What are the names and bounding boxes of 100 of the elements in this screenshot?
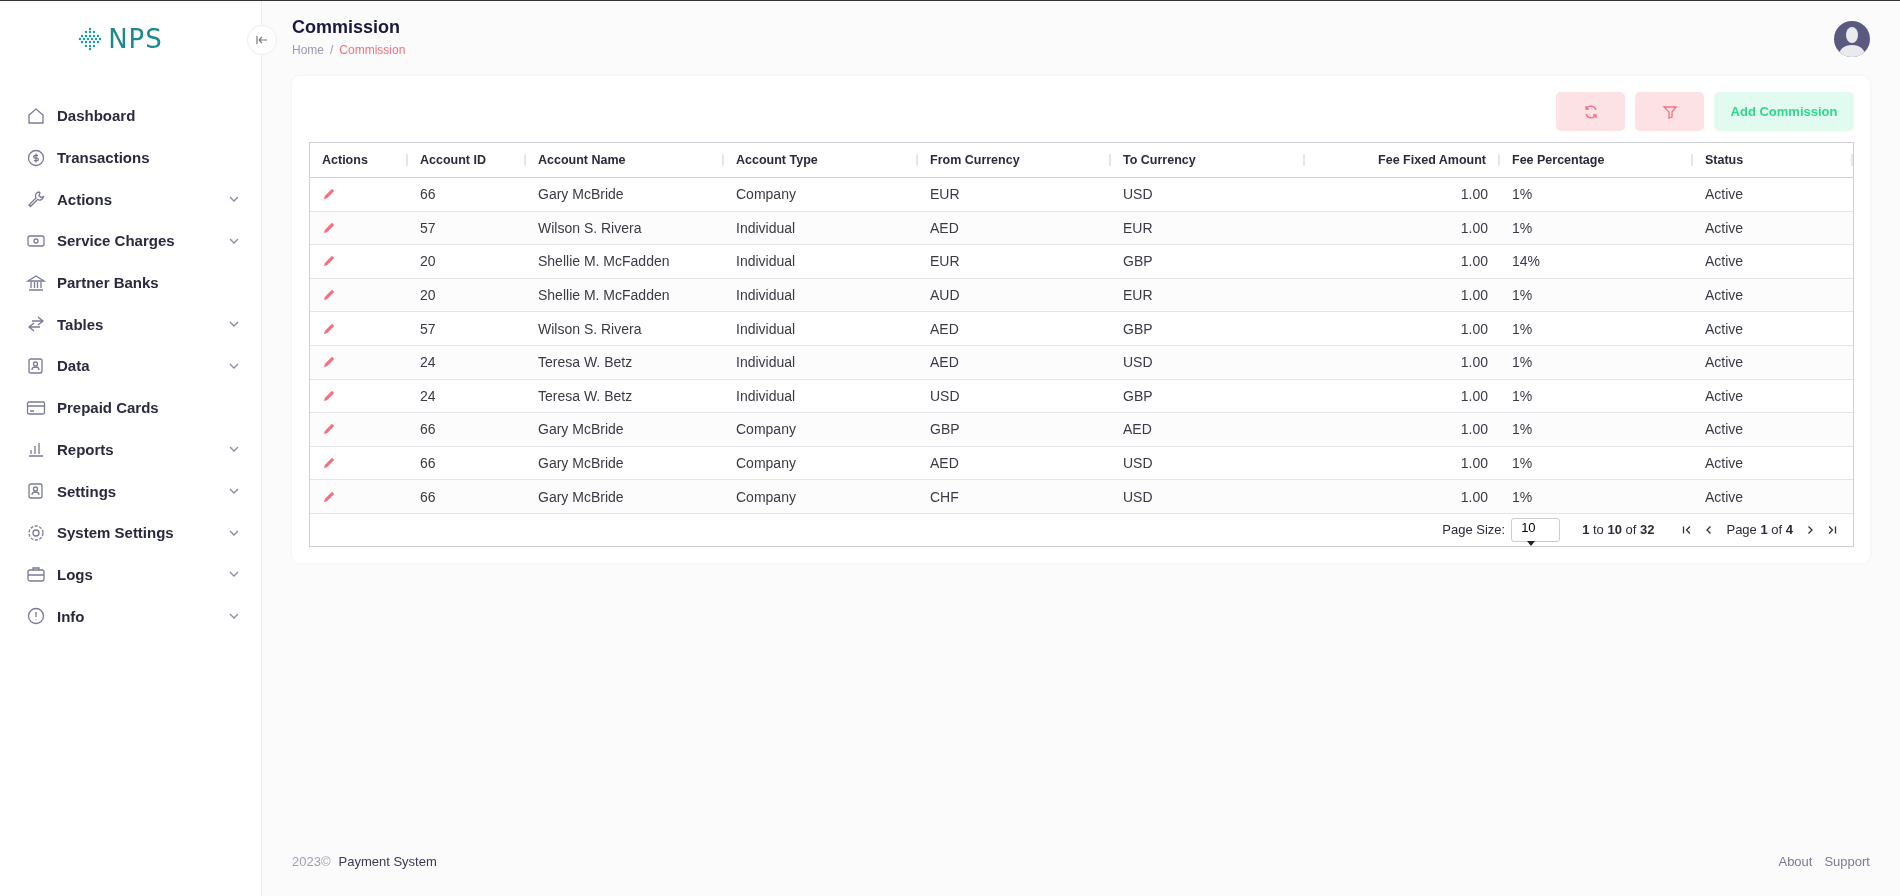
- edit-pencil-icon[interactable]: [322, 187, 336, 202]
- next-page-icon[interactable]: [1805, 524, 1815, 535]
- table-cell: Individual: [736, 354, 796, 371]
- table-cell: AED: [930, 354, 959, 371]
- edit-pencil-icon[interactable]: [322, 489, 336, 504]
- edit-pencil-icon[interactable]: [322, 422, 336, 437]
- edit-pencil-icon[interactable]: [322, 288, 336, 303]
- column-header[interactable]: Fee Fixed Amount: [1305, 154, 1500, 166]
- sidebar-item[interactable]: Info: [0, 595, 261, 637]
- sidebar-item[interactable]: Settings: [0, 470, 261, 512]
- sidebar-item[interactable]: Tables: [0, 303, 261, 346]
- column-header[interactable]: Actions: [310, 154, 408, 166]
- table-cell: Active: [1705, 387, 1744, 404]
- column-header[interactable]: Fee Percentage: [1500, 154, 1693, 166]
- column-header[interactable]: Account ID: [408, 154, 526, 166]
- column-header[interactable]: From Currency: [918, 154, 1111, 166]
- table-cell: 57: [420, 320, 436, 337]
- table-cell: 1%: [1512, 219, 1533, 236]
- table-cell: AED: [930, 320, 959, 337]
- refresh-button[interactable]: [1556, 92, 1625, 131]
- edit-pencil-icon[interactable]: [322, 355, 336, 370]
- table-cell: 1%: [1512, 421, 1533, 438]
- table-cell: Active: [1705, 253, 1744, 270]
- collapse-sidebar-button[interactable]: [247, 25, 277, 55]
- table-cell: 1%: [1512, 488, 1533, 505]
- menu-icon: [26, 481, 46, 502]
- sidebar-item[interactable]: Service Charges: [0, 220, 261, 262]
- table-cell: 1.00: [1460, 387, 1488, 404]
- edit-pencil-icon[interactable]: [322, 388, 336, 403]
- table-cell: USD: [930, 387, 960, 404]
- sidebar-item[interactable]: Logs: [0, 553, 261, 596]
- footer-link[interactable]: Support: [1824, 853, 1870, 869]
- table-cell: 1.00: [1460, 421, 1488, 438]
- table-cell: Active: [1705, 186, 1744, 203]
- table-cell: EUR: [930, 253, 960, 270]
- page-size-label: Page Size:: [1442, 522, 1506, 538]
- table-cell: 1.00: [1460, 455, 1488, 472]
- table-cell: 57: [420, 219, 436, 236]
- menu-icon: [26, 522, 46, 543]
- last-page-icon[interactable]: [1827, 524, 1837, 535]
- table-cell: Active: [1705, 219, 1744, 236]
- table-cell: AED: [930, 455, 959, 472]
- table-cell: 24: [420, 354, 436, 371]
- table-cell: USD: [1123, 455, 1153, 472]
- table-cell: Individual: [736, 287, 796, 304]
- table-cell: AED: [1123, 421, 1152, 438]
- company-name: Payment System: [338, 853, 437, 869]
- table-cell: EUR: [930, 186, 960, 203]
- table-cell: 1%: [1512, 287, 1533, 304]
- table-cell: 66: [420, 455, 436, 472]
- table-cell: 1.00: [1460, 186, 1488, 203]
- table-cell: USD: [1123, 354, 1153, 371]
- edit-pencil-icon[interactable]: [322, 254, 336, 269]
- table-cell: Individual: [736, 219, 796, 236]
- table-cell: Active: [1705, 455, 1744, 472]
- menu-icon: [26, 189, 46, 210]
- table-cell: 1.00: [1460, 488, 1488, 505]
- column-header[interactable]: To Currency: [1111, 154, 1305, 166]
- table-cell: 1.00: [1460, 354, 1488, 371]
- avatar-icon[interactable]: [1834, 21, 1870, 57]
- refresh-icon: [1582, 103, 1599, 120]
- edit-pencil-icon[interactable]: [322, 456, 336, 471]
- column-header[interactable]: Status: [1693, 154, 1853, 166]
- sidebar-item[interactable]: Transactions: [0, 136, 261, 179]
- sidebar-item[interactable]: Reports: [0, 428, 261, 471]
- table-cell: Gary McBride: [538, 421, 624, 438]
- table-cell: AED: [930, 219, 959, 236]
- table-cell: 66: [420, 186, 436, 203]
- table-cell: USD: [1123, 186, 1153, 203]
- page-indicator: Page 1 of 4: [1726, 522, 1793, 538]
- menu-icon: [26, 147, 46, 168]
- table-cell: Teresa W. Betz: [538, 354, 633, 371]
- edit-pencil-icon[interactable]: [322, 220, 336, 235]
- sidebar-item[interactable]: Dashboard: [0, 95, 261, 137]
- menu-icon: [26, 355, 46, 376]
- sidebar-item[interactable]: System Settings: [0, 511, 261, 554]
- menu-icon: [26, 606, 46, 627]
- footer-link[interactable]: About: [1778, 853, 1813, 869]
- table-cell: 1%: [1512, 354, 1533, 371]
- table-cell: EUR: [1123, 287, 1153, 304]
- table-cell: EUR: [1123, 219, 1153, 236]
- page-title: Commission: [292, 17, 402, 38]
- logo-dots-icon: [78, 27, 103, 51]
- edit-pencil-icon[interactable]: [322, 321, 336, 336]
- table-cell: GBP: [1123, 253, 1153, 270]
- first-page-icon[interactable]: [1682, 524, 1693, 535]
- filter-button[interactable]: [1635, 92, 1704, 131]
- sidebar-item[interactable]: Partner Banks: [0, 261, 261, 304]
- table-cell: 1.00: [1460, 253, 1488, 270]
- column-header[interactable]: Account Type: [724, 154, 918, 166]
- sidebar-item[interactable]: Actions: [0, 178, 261, 221]
- table-cell: 1.00: [1460, 287, 1488, 304]
- table-cell: 1%: [1512, 320, 1533, 337]
- sidebar-item[interactable]: Prepaid Cards: [0, 386, 261, 429]
- filter-icon: [1661, 103, 1678, 120]
- table-cell: Individual: [736, 253, 796, 270]
- table-cell: Active: [1705, 488, 1744, 505]
- sidebar-item[interactable]: Data: [0, 345, 261, 387]
- table-cell: Teresa W. Betz: [538, 387, 633, 404]
- column-header[interactable]: Account Name: [526, 154, 724, 166]
